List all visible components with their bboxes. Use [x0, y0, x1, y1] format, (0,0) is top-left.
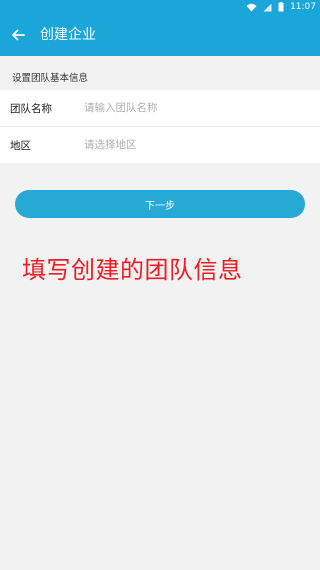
region-label: 地区	[10, 139, 31, 152]
team-name-input[interactable]	[84, 102, 304, 114]
team-name-row: 团队名称	[0, 90, 320, 126]
region-select-input[interactable]	[84, 139, 304, 151]
page-title: 创建企业	[40, 27, 96, 43]
region-row[interactable]: 地区	[0, 127, 320, 163]
back-button[interactable]	[8, 25, 28, 45]
battery-icon	[278, 2, 284, 12]
status-bar: 11:07	[0, 0, 320, 14]
wifi-icon	[246, 3, 257, 11]
promo-caption: 填写创建的团队信息	[22, 256, 243, 284]
next-step-button[interactable]: 下一步	[15, 190, 305, 218]
signal-icon	[263, 3, 272, 11]
status-time: 11:07	[290, 2, 316, 12]
app-header: 创建企业	[0, 14, 320, 56]
section-title: 设置团队基本信息	[12, 73, 89, 84]
team-name-label: 团队名称	[10, 102, 52, 115]
arrow-left-icon	[12, 29, 25, 41]
status-indicators: 11:07	[246, 0, 316, 14]
team-info-form: 团队名称 地区	[0, 90, 320, 163]
